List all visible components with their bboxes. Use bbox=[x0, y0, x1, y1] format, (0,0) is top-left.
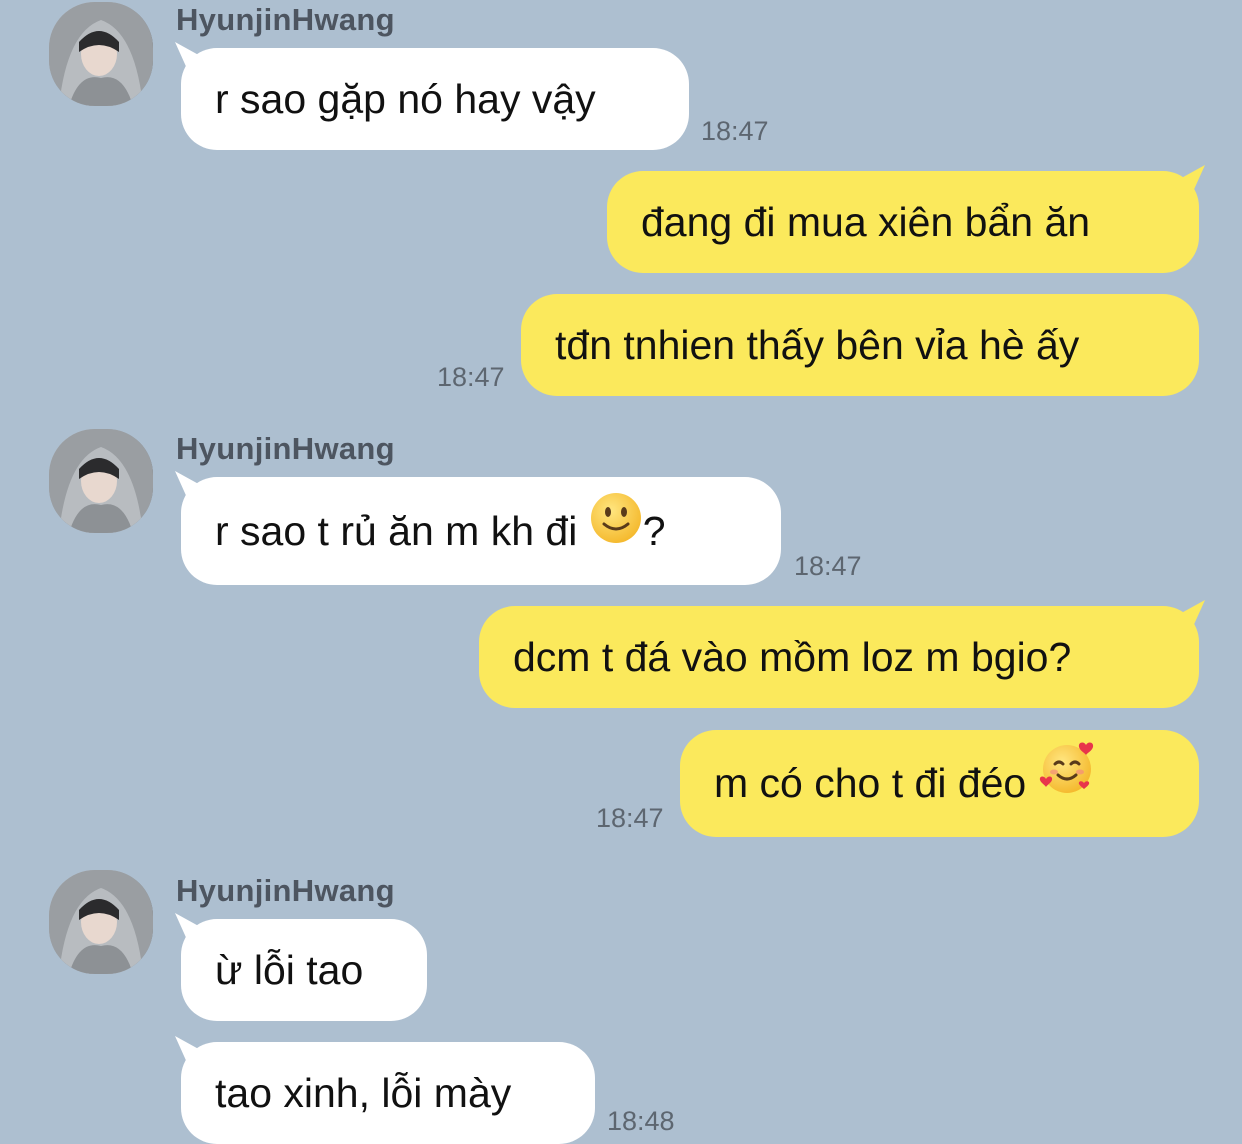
message-bubble-incoming[interactable]: ừ lỗi tao bbox=[181, 919, 427, 1021]
message-text: tđn tnhien thấy bên vỉa hè ấy bbox=[555, 322, 1080, 368]
avatar[interactable] bbox=[49, 870, 153, 974]
slightly-smiling-face-icon bbox=[589, 477, 643, 585]
avatar[interactable] bbox=[49, 429, 153, 533]
message-text: ừ lỗi tao bbox=[215, 947, 364, 993]
message-bubble-incoming[interactable]: tao xinh, lỗi mày bbox=[181, 1042, 595, 1144]
message-timestamp: 18:47 bbox=[701, 116, 769, 146]
message-timestamp: 18:47 bbox=[437, 362, 505, 392]
message-text: r sao t rủ ăn m kh đi bbox=[215, 508, 578, 554]
message-suffix: ? bbox=[642, 508, 666, 554]
sender-name: HyunjinHwang bbox=[176, 873, 395, 908]
smiling-face-with-hearts-icon bbox=[1038, 730, 1096, 837]
message-bubble-outgoing[interactable]: tđn tnhien thấy bên vỉa hè ấy bbox=[521, 294, 1199, 396]
message-timestamp: 18:48 bbox=[607, 1106, 675, 1136]
message-bubble-incoming[interactable]: r sao t rủ ăn m kh đi ? bbox=[181, 477, 781, 585]
sender-name: HyunjinHwang bbox=[176, 431, 395, 466]
message-bubble-outgoing[interactable]: dcm t đá vào mồm loz m bgio? bbox=[479, 606, 1199, 708]
message-text: dcm t đá vào mồm loz m bgio? bbox=[513, 634, 1072, 680]
message-text: r sao gặp nó hay vậy bbox=[215, 76, 596, 122]
message-timestamp: 18:47 bbox=[794, 551, 862, 581]
message-bubble-incoming[interactable]: r sao gặp nó hay vậy bbox=[181, 48, 689, 150]
message-text: m có cho t đi đéo bbox=[714, 760, 1027, 806]
message-bubble-outgoing[interactable]: m có cho t đi đéo bbox=[680, 730, 1199, 837]
sender-name: HyunjinHwang bbox=[176, 2, 395, 37]
message-text: đang đi mua xiên bẩn ăn bbox=[641, 199, 1091, 245]
message-bubble-outgoing[interactable]: đang đi mua xiên bẩn ăn bbox=[607, 171, 1199, 273]
avatar[interactable] bbox=[49, 2, 153, 106]
chat-view: HyunjinHwang r sao gặp nó hay vậy 18:47 … bbox=[0, 0, 1242, 1144]
message-timestamp: 18:47 bbox=[596, 803, 664, 833]
message-text: tao xinh, lỗi mày bbox=[215, 1070, 512, 1116]
